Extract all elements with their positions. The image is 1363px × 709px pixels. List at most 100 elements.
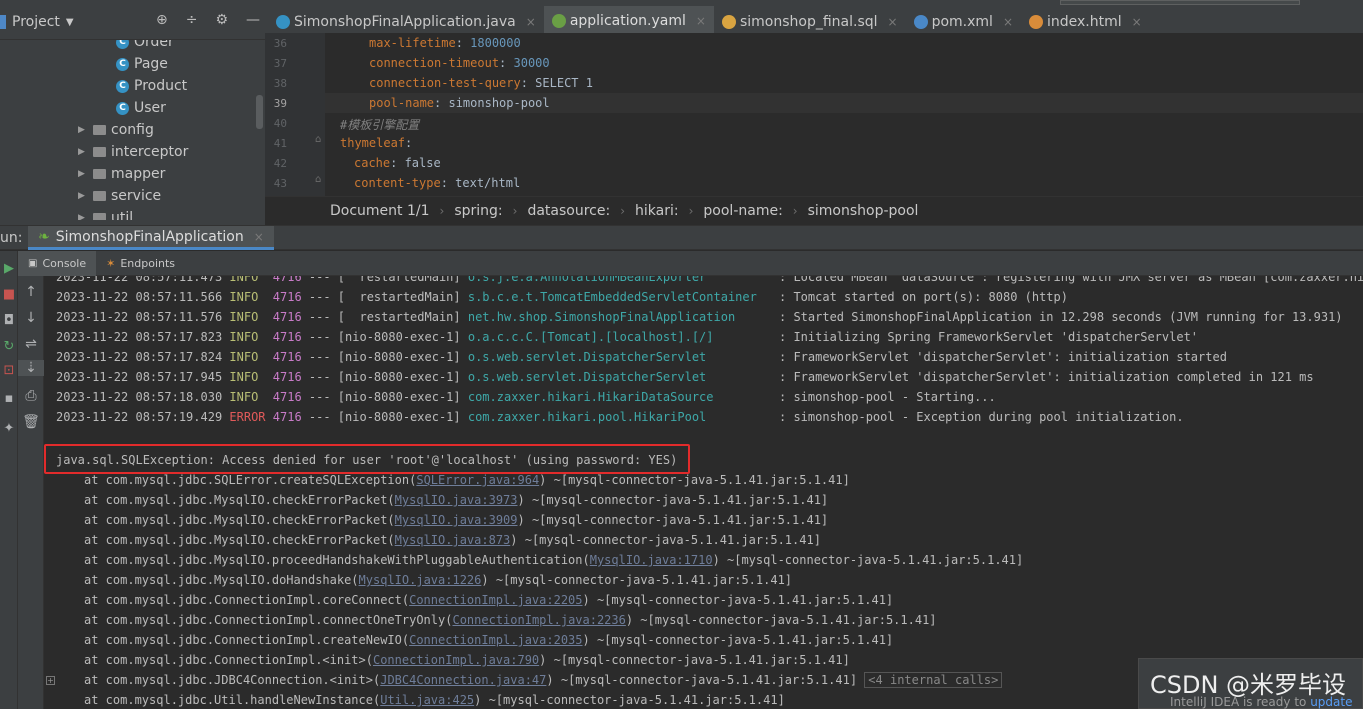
stack-source-link[interactable]: MysqlIO.java:3973 [395,493,518,507]
close-icon[interactable]: × [526,15,536,29]
run-config-tab[interactable]: ❧ SimonshopFinalApplication × [28,226,274,250]
tree-scrollbar[interactable] [256,95,263,129]
tree-item-folder[interactable]: ▶ interceptor [78,141,188,163]
tree-item-class[interactable]: C Page [116,53,168,75]
stack-tail: ) ~[mysql-connector-java-5.1.41.jar:5.1.… [481,573,793,587]
stack-source-link[interactable]: ConnectionImpl.java:2035 [409,633,582,647]
yaml-key: max-lifetime [369,36,456,50]
log-message: : FrameworkServlet 'dispatcherServlet': … [779,350,1227,364]
stack-method: at com.mysql.jdbc.MysqlIO.doHandshake( [84,573,359,587]
tree-item-class[interactable]: C Product [116,75,187,97]
stack-tail: ) ~[mysql-connector-java-5.1.41.jar:5.1.… [546,673,858,687]
hide-icon[interactable]: — [246,12,260,28]
code-editor[interactable]: 36 37 38 39 40 41 42 43 max-lifetime: 1800000 co… [265,33,1363,196]
arrow-down-icon[interactable]: ↓ [18,310,44,326]
stack-method: at com.mysql.jdbc.SQLError.createSQLExce… [84,473,417,487]
search-field[interactable] [1060,0,1300,5]
camera-icon[interactable]: ◘ [0,313,18,328]
internal-calls-badge[interactable]: <4 internal calls> [864,672,1003,688]
tree-item-class[interactable]: C Order [116,40,174,53]
log-logger: o.a.c.c.C.[Tomcat].[localhost].[/] [467,330,714,344]
exit-icon[interactable]: ⊡ [0,363,18,378]
tree-item-label: config [111,122,154,138]
tree-item-class[interactable]: C User [116,97,166,119]
tree-item-folder[interactable]: ▶ mapper [78,163,165,185]
close-icon[interactable]: × [1132,15,1142,29]
stack-source-link[interactable]: ConnectionImpl.java:790 [373,653,539,667]
breadcrumb-item[interactable]: Document 1/1 [330,203,430,219]
scroll-to-end-icon[interactable]: ⇣ [18,360,44,376]
stack-source-link[interactable]: MysqlIO.java:1710 [590,553,713,567]
stack-source-link[interactable]: SQLError.java:964 [416,473,539,487]
update-link[interactable]: update [1310,695,1352,709]
stack-frame: at com.mysql.jdbc.Util.handleNewInstance… [84,693,785,709]
log-pid: 4716 [272,276,302,284]
gear-icon[interactable]: ⚙ [215,12,228,28]
stack-method: at com.mysql.jdbc.Util.handleNewInstance… [84,693,381,707]
rerun-icon[interactable]: ▶ [0,261,18,276]
breadcrumb-item[interactable]: spring: [454,203,502,219]
stack-source-link[interactable]: MysqlIO.java:873 [395,533,511,547]
close-icon[interactable]: × [254,230,264,244]
stack-tail: ) ~[mysql-connector-java-5.1.41.jar:5.1.… [510,533,821,547]
stop-icon[interactable]: ■ [0,287,18,302]
stack-source-link[interactable]: ConnectionImpl.java:2205 [409,593,582,607]
yaml-value: SELECT 1 [535,76,593,90]
arrow-up-icon[interactable]: ↑ [18,284,44,300]
log-level: INFO [229,370,259,384]
tree-item-folder[interactable]: ▶ service [78,185,161,207]
log-timestamp: 2023-11-22 08:57:17.824 [56,350,223,364]
log-thread: [nio-8080-exec-1] [337,350,461,364]
breadcrumb-item[interactable]: hikari: [635,203,679,219]
close-icon[interactable]: × [696,14,706,28]
chevron-right-icon[interactable]: ▶ [78,147,88,157]
chevron-right-icon[interactable]: ▶ [78,191,88,201]
log-logger: o.s.j.e.a.AnnotationMBeanExporter [467,276,707,284]
endpoints-icon: ✶ [106,256,116,270]
stack-source-link[interactable]: Util.java:425 [380,693,474,707]
log-line: 2023-11-22 08:57:17.945 INFO 4716 --- [n… [56,370,707,384]
tree-item-folder[interactable]: ▶ util [78,207,133,220]
chevron-right-icon[interactable]: ▶ [78,213,88,220]
folder-icon [93,213,106,220]
line-number: 43 [273,177,287,190]
log-message: : simonshop-pool - Starting... [779,390,996,404]
stack-source-link[interactable]: MysqlIO.java:3909 [395,513,518,527]
tab-console[interactable]: ▣ Console [18,250,97,276]
log-timestamp: 2023-11-22 08:57:17.823 [56,330,223,344]
stack-source-link[interactable]: ConnectionImpl.java:2236 [452,613,625,627]
fold-marker-icon[interactable]: ⌂ [315,134,321,145]
file-type-icon [913,15,928,29]
print-icon[interactable]: ⎙ [18,388,44,404]
breadcrumb-item[interactable]: simonshop-pool [808,203,919,219]
line-number: 42 [273,157,287,170]
breadcrumb-item[interactable]: datasource: [527,203,610,219]
chevron-right-icon[interactable]: ▶ [78,169,88,179]
pin-icon[interactable]: ✦ [0,421,18,436]
layout-icon[interactable]: ▪ [0,391,18,406]
console-output[interactable]: + 2023-11-22 08:57:11.473 INFO 4716 --- … [44,276,1363,709]
close-icon[interactable]: × [888,15,898,29]
locate-icon[interactable]: ⊕ [156,12,168,28]
collapse-icon[interactable]: ÷ [186,12,198,28]
stack-source-link[interactable]: JDBC4Connection.java:47 [380,673,546,687]
log-message: : Located MBean 'dataSource': registerin… [779,276,1363,284]
log-thread: [nio-8080-exec-1] [337,410,461,424]
tree-item-folder[interactable]: ▶ config [78,119,154,141]
resume-icon[interactable]: ↻ [0,339,18,354]
file-type-icon [1029,15,1043,29]
fold-marker-icon[interactable]: ⌂ [315,174,321,185]
log-logger: o.s.web.servlet.DispatcherServlet [467,350,707,364]
expand-icon[interactable]: + [46,676,55,685]
breadcrumb-item[interactable]: pool-name: [703,203,782,219]
log-level: INFO [229,276,259,284]
line-number: 39 [273,97,287,110]
trash-icon[interactable]: 🗑 [18,414,44,430]
project-view-selector[interactable]: Project ▼ [0,12,74,32]
close-icon[interactable]: × [1003,15,1013,29]
stack-source-link[interactable]: MysqlIO.java:1226 [359,573,482,587]
soft-wrap-icon[interactable]: ⇌ [18,336,44,352]
chevron-right-icon[interactable]: ▶ [78,125,88,135]
tab-endpoints[interactable]: ✶ Endpoints [96,251,185,276]
log-level: INFO [229,330,259,344]
